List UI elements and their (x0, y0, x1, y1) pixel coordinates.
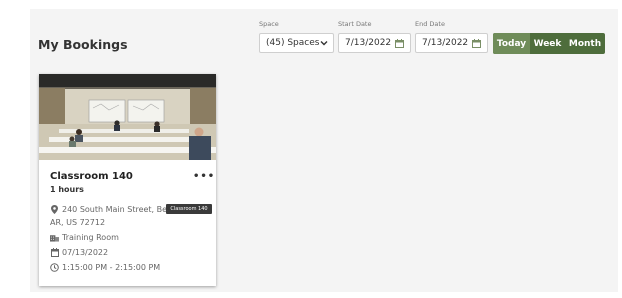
address-line-2-row: AR, US 72712 (50, 218, 105, 227)
tooltip: Classroom 140 (166, 204, 212, 214)
calendar-icon[interactable] (392, 38, 406, 48)
chevron-down-icon (319, 40, 329, 46)
booking-title: Classroom 140 (50, 171, 133, 182)
booking-duration: 1 hours (50, 185, 84, 194)
calendar-icon[interactable] (469, 38, 483, 48)
building-icon (50, 233, 59, 242)
address-line-2: AR, US 72712 (50, 218, 106, 227)
view-toggle: Today Week Month (493, 33, 605, 54)
booking-room-type: Training Room (50, 233, 119, 242)
page-title: My Bookings (38, 37, 128, 52)
more-options-icon[interactable]: ••• (193, 171, 215, 182)
end-date-value: 7/13/2022 (422, 38, 469, 48)
week-button[interactable]: Week (530, 33, 565, 54)
start-date-label: Start Date (338, 20, 372, 28)
clock-icon (50, 263, 59, 272)
space-select[interactable]: (45) Spaces (259, 33, 334, 53)
end-date-input[interactable]: 7/13/2022 (415, 33, 488, 53)
calendar-icon (50, 248, 59, 257)
start-date-value: 7/13/2022 (345, 38, 392, 48)
booking-time: 1:15:00 PM - 2:15:00 PM (50, 263, 160, 272)
date-text: 07/13/2022 (62, 248, 109, 257)
booking-date: 07/13/2022 (50, 248, 108, 257)
end-date-label: End Date (415, 20, 445, 28)
room-type-text: Training Room (62, 233, 119, 242)
booking-card[interactable]: Classroom 140 ••• 1 hours 240 South Main… (39, 74, 216, 286)
month-button[interactable]: Month (565, 33, 605, 54)
map-pin-icon (50, 205, 59, 214)
address-line-1: 240 South Main Street, Ben (62, 205, 173, 214)
classroom-photo (39, 74, 216, 160)
space-label: Space (259, 20, 279, 28)
start-date-input[interactable]: 7/13/2022 (338, 33, 411, 53)
time-text: 1:15:00 PM - 2:15:00 PM (62, 263, 161, 272)
today-button[interactable]: Today (493, 33, 530, 54)
space-select-value: (45) Spaces (266, 38, 320, 48)
booking-address: 240 South Main Street, Ben (50, 205, 172, 214)
